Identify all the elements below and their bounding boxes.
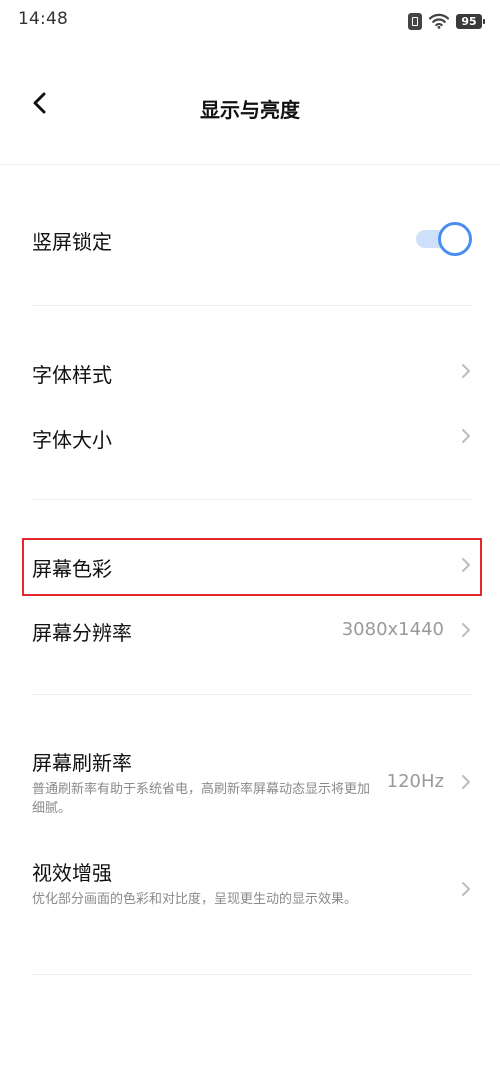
setting-label: 屏幕分辨率 bbox=[32, 621, 132, 645]
chevron-right-icon bbox=[458, 557, 474, 573]
status-time: 14:48 bbox=[18, 9, 68, 29]
setting-label: 视效增强 bbox=[32, 861, 112, 885]
section-divider bbox=[32, 499, 472, 500]
setting-description: 优化部分画面的色彩和对比度，呈现更生动的显示效果。 bbox=[32, 892, 358, 907]
setting-label: 字体大小 bbox=[32, 428, 112, 452]
setting-value: 3080x1440 bbox=[341, 619, 444, 640]
setting-label: 屏幕色彩 bbox=[32, 557, 112, 581]
chevron-right-icon bbox=[458, 622, 474, 638]
setting-screen-resolution[interactable]: 屏幕分辨率 3080x1440 bbox=[0, 600, 500, 662]
battery-icon: 95 bbox=[456, 13, 485, 29]
setting-visual-enhance[interactable]: 视效增强 优化部分画面的色彩和对比度，呈现更生动的显示效果。 bbox=[0, 845, 500, 945]
portrait-lock-toggle[interactable] bbox=[416, 222, 472, 256]
setting-label: 字体样式 bbox=[32, 363, 112, 387]
setting-label: 竖屏锁定 bbox=[32, 230, 112, 254]
section-divider bbox=[32, 305, 472, 306]
header-divider bbox=[0, 164, 500, 165]
wifi-icon bbox=[429, 13, 449, 29]
page-title: 显示与亮度 bbox=[200, 98, 300, 122]
setting-label: 屏幕刷新率 bbox=[32, 751, 132, 775]
setting-refresh-rate[interactable]: 屏幕刷新率 普通刷新率有助于系统省电，高刷新率屏幕动态显示将更加细腻。 120H… bbox=[0, 735, 500, 835]
status-icons: 95 bbox=[408, 11, 485, 31]
setting-font-size[interactable]: 字体大小 bbox=[0, 405, 500, 467]
section-divider bbox=[32, 974, 472, 975]
toggle-knob bbox=[438, 222, 472, 256]
status-bar: 14:48 95 bbox=[0, 0, 500, 44]
chevron-right-icon bbox=[458, 774, 474, 790]
setting-value: 120Hz bbox=[386, 771, 444, 792]
chevron-right-icon bbox=[458, 428, 474, 444]
sim-card-icon bbox=[408, 12, 422, 30]
setting-description: 普通刷新率有助于系统省电，高刷新率屏幕动态显示将更加细腻。 bbox=[32, 782, 371, 816]
chevron-right-icon bbox=[458, 881, 474, 897]
chevron-right-icon bbox=[458, 363, 474, 379]
setting-font-style[interactable]: 字体样式 bbox=[0, 340, 500, 402]
setting-screen-color[interactable]: 屏幕色彩 bbox=[0, 538, 500, 596]
header: 显示与亮度 bbox=[0, 44, 500, 164]
section-divider bbox=[32, 694, 472, 695]
